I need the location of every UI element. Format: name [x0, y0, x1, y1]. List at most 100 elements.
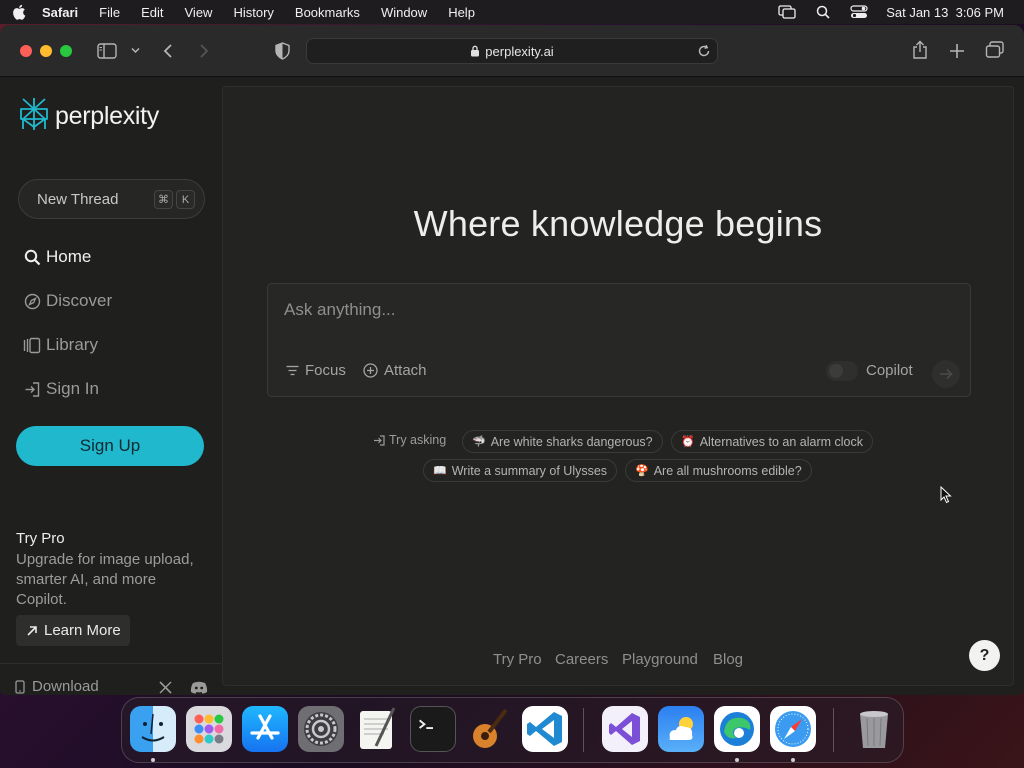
- new-thread-button[interactable]: New Thread ⌘ K: [18, 179, 205, 219]
- try-asking-text: Try asking: [389, 433, 447, 447]
- reload-icon[interactable]: [697, 44, 711, 58]
- copilot-toggle[interactable]: [826, 361, 858, 381]
- plus-circle-icon: [363, 363, 378, 378]
- sidebar-item-label: Sign In: [46, 379, 99, 398]
- sign-in-icon: [23, 380, 41, 398]
- textedit-app-icon[interactable]: [354, 706, 400, 752]
- suggestion-text: Write a summary of Ulysses: [451, 463, 608, 478]
- garageband-app-icon[interactable]: [466, 706, 512, 752]
- footer-link-blog[interactable]: Blog: [713, 651, 743, 668]
- sign-up-button[interactable]: Sign Up: [16, 426, 204, 466]
- suggestion-chip[interactable]: 🦈 Are white sharks dangerous?: [462, 430, 663, 453]
- menu-history[interactable]: History: [233, 5, 273, 20]
- dock-separator: [833, 708, 834, 752]
- terminal-app-icon[interactable]: [410, 706, 456, 752]
- sidebar-item-sign-in[interactable]: Sign In: [23, 379, 99, 399]
- safari-app-icon[interactable]: [770, 706, 816, 752]
- visual-studio-app-icon[interactable]: [602, 706, 648, 752]
- apple-menu-icon[interactable]: [12, 4, 26, 20]
- launchpad-app-icon[interactable]: [186, 706, 232, 752]
- vscode-app-icon[interactable]: [522, 706, 568, 752]
- perplexity-logo[interactable]: perplexity: [19, 97, 159, 136]
- sidebar-item-label: Library: [46, 335, 98, 354]
- forward-arrow-icon[interactable]: [199, 43, 209, 59]
- learn-more-label: Learn More: [44, 622, 121, 639]
- download-link[interactable]: Download: [15, 678, 99, 695]
- sidebar: perplexity New Thread ⌘ K Home Discover: [0, 78, 221, 695]
- spotlight-search-icon[interactable]: [814, 5, 832, 19]
- footer-link-try-pro[interactable]: Try Pro: [493, 651, 542, 668]
- chevron-down-icon[interactable]: [131, 47, 140, 54]
- copilot-label: Copilot: [866, 362, 913, 379]
- footer-link-playground[interactable]: Playground: [622, 651, 698, 668]
- suggestion-text: Are white sharks dangerous?: [490, 434, 653, 449]
- finder-app-icon[interactable]: [130, 706, 176, 752]
- trash-icon[interactable]: [851, 706, 897, 752]
- discord-icon[interactable]: [190, 681, 208, 694]
- menu-help[interactable]: Help: [448, 5, 475, 20]
- try-pro-description: Upgrade for image upload, smarter AI, an…: [16, 551, 194, 608]
- sidebar-item-library[interactable]: Library: [23, 335, 98, 355]
- enter-arrow-icon: [373, 434, 385, 446]
- sidebar-item-home[interactable]: Home: [23, 247, 91, 267]
- menu-bar: Safari File Edit View History Bookmarks …: [0, 0, 1024, 24]
- safari-window: perplexity.ai perplexity New Thread ⌘ K …: [0, 25, 1024, 695]
- menu-window[interactable]: Window: [381, 5, 427, 20]
- focus-button[interactable]: Focus: [286, 362, 346, 379]
- suggestion-text: Are all mushrooms edible?: [653, 463, 802, 478]
- dock: [121, 697, 904, 763]
- learn-more-button[interactable]: Learn More: [16, 615, 130, 646]
- share-icon[interactable]: [912, 40, 928, 60]
- suggestion-chip[interactable]: ⏰ Alternatives to an alarm clock: [671, 430, 873, 453]
- suggestion-chip[interactable]: 🍄 Are all mushrooms edible?: [625, 459, 812, 482]
- browser-toolbar: perplexity.ai: [0, 25, 1024, 77]
- edge-app-icon[interactable]: [714, 706, 760, 752]
- ask-box: Focus Attach Copilot: [267, 283, 971, 397]
- app-store-app-icon[interactable]: [242, 706, 288, 752]
- k-key-badge: K: [176, 190, 195, 209]
- focus-label: Focus: [305, 362, 346, 379]
- menu-bookmarks[interactable]: Bookmarks: [295, 5, 360, 20]
- screen-mirroring-icon[interactable]: [778, 5, 796, 19]
- new-tab-icon[interactable]: [949, 43, 965, 59]
- perplexity-wordmark: perplexity: [55, 102, 159, 130]
- menu-app-name[interactable]: Safari: [42, 5, 78, 20]
- footer-link-careers[interactable]: Careers: [555, 651, 608, 668]
- menu-file[interactable]: File: [99, 5, 120, 20]
- tab-overview-icon[interactable]: [985, 41, 1005, 59]
- menu-edit[interactable]: Edit: [141, 5, 163, 20]
- filter-icon: [286, 365, 299, 376]
- zoom-window-button[interactable]: [60, 44, 72, 57]
- x-twitter-icon[interactable]: [159, 681, 172, 694]
- privacy-shield-icon[interactable]: [275, 42, 290, 60]
- sidebar-toggle-icon[interactable]: [97, 43, 117, 59]
- back-arrow-icon[interactable]: [163, 43, 173, 59]
- try-pro-title: Try Pro: [16, 530, 65, 547]
- book-emoji-icon: 📖: [433, 465, 447, 477]
- minimize-window-button[interactable]: [40, 44, 52, 57]
- sidebar-divider: [0, 663, 221, 664]
- submit-button[interactable]: [932, 360, 960, 388]
- attach-label: Attach: [384, 362, 427, 379]
- suggestion-chip[interactable]: 📖 Write a summary of Ulysses: [423, 459, 618, 482]
- close-window-button[interactable]: [20, 44, 32, 57]
- shark-emoji-icon: 🦈: [472, 436, 486, 448]
- web-page: perplexity New Thread ⌘ K Home Discover: [0, 78, 1024, 695]
- address-bar[interactable]: perplexity.ai: [306, 38, 718, 64]
- running-indicator: [791, 758, 795, 762]
- main-content: Where knowledge begins Focus Attach Copi: [222, 86, 1014, 686]
- ask-input[interactable]: [284, 298, 944, 322]
- menu-clock[interactable]: Sat Jan 13 3:06 PM: [886, 5, 1004, 20]
- arrow-right-icon: [939, 368, 953, 380]
- menu-view[interactable]: View: [185, 5, 213, 20]
- sidebar-item-discover[interactable]: Discover: [23, 291, 112, 311]
- control-center-icon[interactable]: [850, 5, 868, 19]
- system-settings-app-icon[interactable]: [298, 706, 344, 752]
- compass-icon: [23, 292, 41, 310]
- weather-app-icon[interactable]: [658, 706, 704, 752]
- alarm-clock-emoji-icon: ⏰: [681, 436, 695, 448]
- attach-button[interactable]: Attach: [363, 362, 427, 379]
- search-icon: [23, 248, 41, 266]
- window-controls: [20, 44, 72, 57]
- help-button[interactable]: ?: [969, 640, 1000, 671]
